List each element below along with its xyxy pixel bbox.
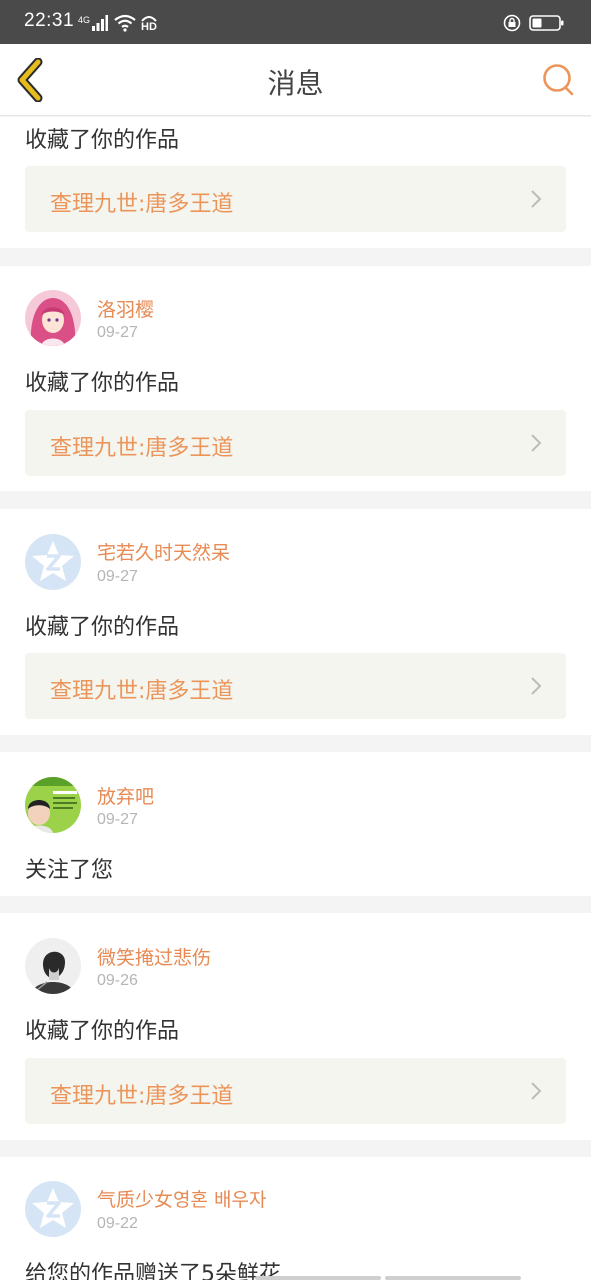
photo-avatar-icon xyxy=(25,777,81,833)
battery-icon xyxy=(529,15,564,31)
action-text: 收藏了你的作品 xyxy=(25,1019,180,1044)
work-title: 查理九世:唐多王道 xyxy=(50,436,234,461)
status-icons-left: 4G HD xyxy=(78,12,158,34)
gesture-bar[interactable] xyxy=(255,1276,381,1280)
work-title: 查理九世:唐多王道 xyxy=(50,679,234,704)
action-text: 给您的作品赠送了5朵鲜花 xyxy=(25,1262,281,1280)
chevron-right-icon xyxy=(531,190,542,208)
message-date: 09-26 xyxy=(97,972,138,989)
action-text: 关注了您 xyxy=(25,858,114,883)
search-icon xyxy=(543,64,574,96)
gesture-bar[interactable] xyxy=(385,1276,521,1280)
username[interactable]: 气质少女영혼 배우자 xyxy=(97,1185,266,1212)
work-title: 查理九世:唐多王道 xyxy=(50,192,234,217)
message-date: 09-22 xyxy=(97,1215,138,1232)
network-label: 4G xyxy=(78,15,91,25)
username[interactable]: 微笑掩过悲伤 xyxy=(97,943,211,970)
chevron-right-icon xyxy=(531,434,542,452)
chevron-right-icon xyxy=(531,1082,542,1100)
work-link[interactable]: 查理九世:唐多王道 xyxy=(25,653,566,719)
avatar[interactable] xyxy=(25,777,81,833)
message-card: 放弃吧 09-27 关注了您 xyxy=(0,752,591,896)
work-link[interactable]: 查理九世:唐多王道 xyxy=(25,166,566,232)
action-text: 收藏了你的作品 xyxy=(25,615,180,640)
message-card: 洛羽樱 09-27 收藏了你的作品 查理九世:唐多王道 xyxy=(0,266,591,491)
nav-bar: 消息 xyxy=(0,44,591,116)
avatar[interactable] xyxy=(25,938,81,994)
status-time: 22:31 xyxy=(24,10,75,31)
status-icons-right xyxy=(503,12,565,34)
avatar[interactable] xyxy=(25,534,81,590)
anime-girl-avatar-icon xyxy=(25,290,81,346)
message-date: 09-27 xyxy=(97,568,138,585)
wifi-icon xyxy=(114,14,136,32)
username[interactable]: 宅若久时天然呆 xyxy=(97,538,230,565)
sketch-avatar-icon xyxy=(25,938,81,994)
default-qq-avatar-icon xyxy=(25,1181,81,1237)
work-link[interactable]: 查理九世:唐多王道 xyxy=(25,1058,566,1124)
username[interactable]: 放弃吧 xyxy=(97,782,154,809)
action-text: 收藏了你的作品 xyxy=(25,371,180,396)
action-text: 收藏了你的作品 xyxy=(25,128,180,153)
message-date: 09-27 xyxy=(97,324,138,341)
username[interactable]: 洛羽樱 xyxy=(97,295,154,322)
message-card: 收藏了你的作品 查理九世:唐多王道 xyxy=(0,117,591,248)
status-bar: 22:31 4G HD xyxy=(0,0,591,44)
chevron-right-icon xyxy=(531,677,542,695)
avatar[interactable] xyxy=(25,1181,81,1237)
default-qq-avatar-icon xyxy=(25,534,81,590)
avatar[interactable] xyxy=(25,290,81,346)
signal-icon xyxy=(92,15,109,31)
message-card: 宅若久时天然呆 09-27 收藏了你的作品 查理九世:唐多王道 xyxy=(0,509,591,735)
message-card: 微笑掩过悲伤 09-26 收藏了你的作品 查理九世:唐多王道 xyxy=(0,913,591,1140)
hd-icon: HD xyxy=(140,13,158,33)
work-title: 查理九世:唐多王道 xyxy=(50,1084,234,1109)
search-button[interactable] xyxy=(541,62,577,98)
work-link[interactable]: 查理九世:唐多王道 xyxy=(25,410,566,476)
page-title: 消息 xyxy=(267,67,324,100)
rotation-lock-icon xyxy=(503,14,521,32)
message-card: 气质少女영혼 배우자 09-22 给您的作品赠送了5朵鲜花 xyxy=(0,1157,591,1280)
message-date: 09-27 xyxy=(97,811,138,828)
